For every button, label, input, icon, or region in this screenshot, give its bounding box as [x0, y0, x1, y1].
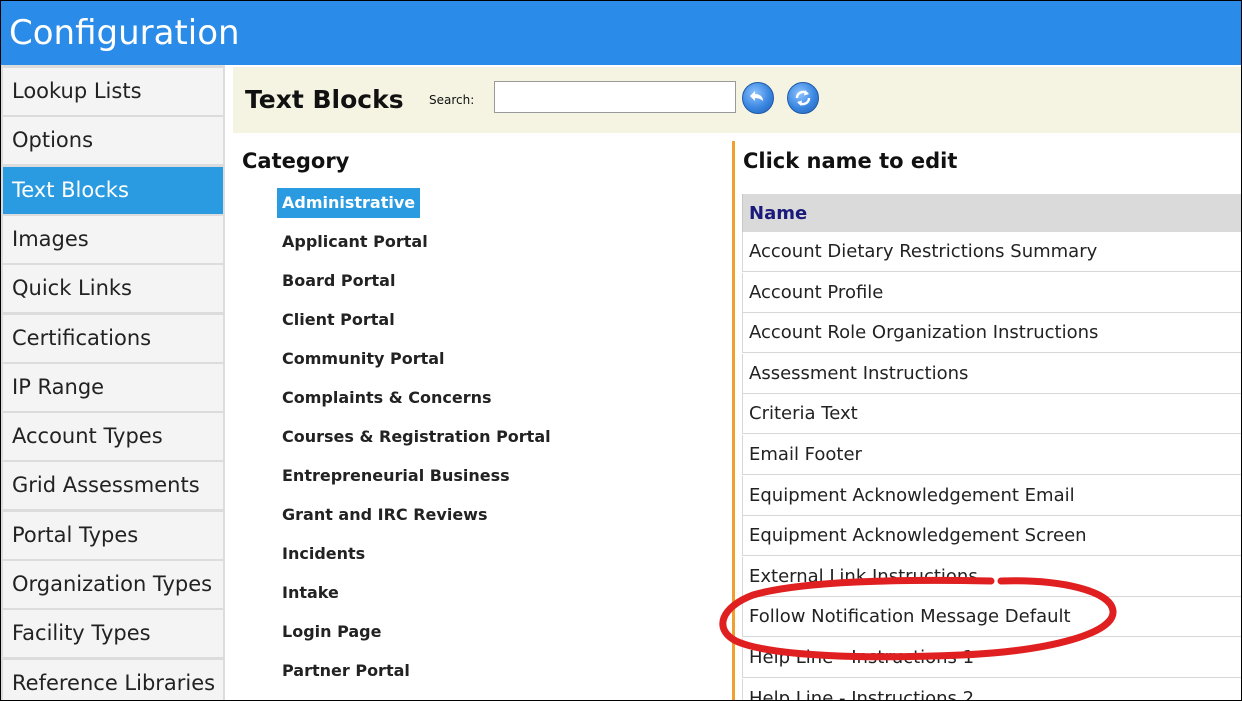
sidebar-item-lookup-lists[interactable]: Lookup Lists [3, 68, 223, 115]
back-button[interactable] [742, 82, 774, 114]
category-item-complaints-concerns[interactable]: Complaints & Concerns [277, 383, 497, 413]
configuration-window: Configuration Lookup Lists Options Text Bl… [1, 1, 1241, 700]
column-divider [732, 141, 735, 700]
refresh-button[interactable] [787, 82, 819, 114]
sidebar-item-organization-types[interactable]: Organization Types [3, 561, 223, 608]
table-row[interactable]: Email Footer [742, 435, 1241, 475]
table-row[interactable]: Equipment Acknowledgement Screen [742, 516, 1241, 557]
table-row[interactable]: Criteria Text [742, 394, 1241, 435]
category-item-entrepreneurial-business[interactable]: Entrepreneurial Business [277, 461, 515, 491]
name-column-header: Name [742, 194, 1241, 232]
category-item-courses-registration-portal[interactable]: Courses & Registration Portal [277, 422, 556, 452]
category-item-login-page[interactable]: Login Page [277, 617, 386, 647]
category-item-applicant-portal[interactable]: Applicant Portal [277, 227, 433, 257]
sidebar-item-reference-libraries[interactable]: Reference Libraries [3, 659, 223, 700]
refresh-icon [795, 90, 811, 106]
sidebar-item-images[interactable]: Images [3, 215, 223, 263]
sidebar-item-text-blocks[interactable]: Text Blocks [3, 166, 223, 214]
search-input[interactable] [494, 81, 736, 113]
sidebar-item-facility-types[interactable]: Facility Types [3, 610, 223, 658]
table-row[interactable]: Equipment Acknowledgement Email [742, 475, 1241, 516]
table-row[interactable]: Help Line - Instructions 2 [742, 678, 1241, 700]
category-item-community-portal[interactable]: Community Portal [277, 344, 450, 374]
page-title: Configuration [9, 13, 240, 53]
sidebar-item-grid-assessments[interactable]: Grid Assessments [3, 462, 223, 510]
table-row[interactable]: External Link Instructions [742, 556, 1241, 597]
table-row[interactable]: Account Role Organization Instructions [742, 313, 1241, 354]
sidebar-item-portal-types[interactable]: Portal Types [3, 511, 223, 559]
table-row[interactable]: Assessment Instructions [742, 353, 1241, 394]
table-row[interactable]: Account Dietary Restrictions Summary [742, 232, 1241, 272]
names-heading: Click name to edit [743, 149, 958, 173]
table-row[interactable]: Account Profile [742, 272, 1241, 313]
category-item-incidents[interactable]: Incidents [277, 539, 370, 569]
category-item-intake[interactable]: Intake [277, 578, 344, 608]
category-item-partner-portal[interactable]: Partner Portal [277, 656, 415, 686]
category-item-grant-and-irc-reviews[interactable]: Grant and IRC Reviews [277, 500, 492, 530]
toolbar: Text Blocks Search: [233, 67, 1241, 133]
sidebar-item-quick-links[interactable]: Quick Links [3, 265, 223, 313]
table-row[interactable]: Help Line - Instructions 1 [742, 638, 1241, 678]
page-header: Configuration [1, 1, 1241, 65]
section-title: Text Blocks [245, 85, 404, 114]
category-heading: Category [242, 149, 350, 173]
table-row[interactable]: Follow Notification Message Default [742, 597, 1241, 638]
category-item-board-portal[interactable]: Board Portal [277, 266, 400, 296]
back-arrow-icon [750, 91, 763, 101]
category-item-client-portal[interactable]: Client Portal [277, 305, 400, 335]
sidebar-item-ip-range[interactable]: IP Range [3, 363, 223, 411]
category-item-administrative[interactable]: Administrative [277, 188, 421, 218]
sidebar-item-options[interactable]: Options [3, 117, 223, 165]
sidebar-item-certifications[interactable]: Certifications [3, 314, 223, 362]
search-label: Search: [429, 93, 475, 107]
sidebar: Lookup Lists Options Text Blocks Images Quic… [1, 65, 225, 700]
sidebar-item-account-types[interactable]: Account Types [3, 413, 223, 461]
